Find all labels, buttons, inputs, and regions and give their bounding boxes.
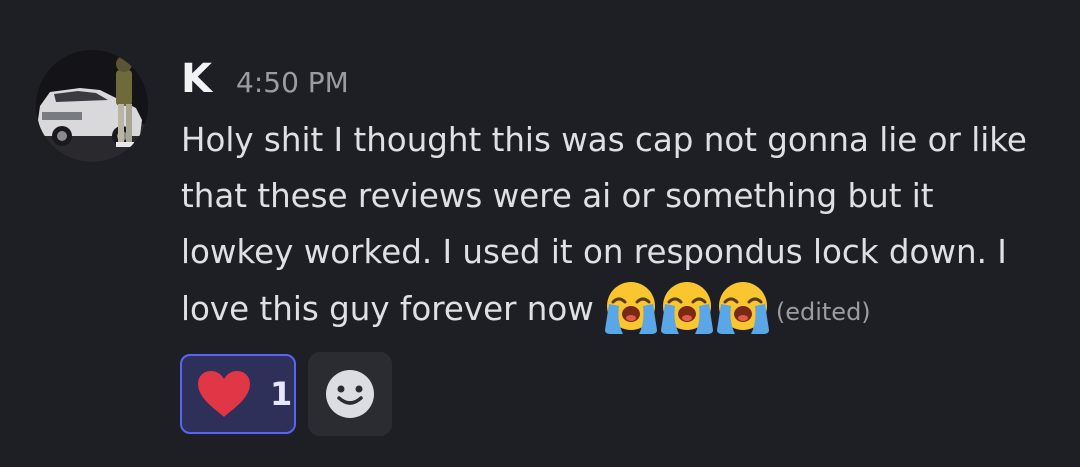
message-last-line: love this guy forever now (edited) [181, 280, 1061, 340]
chat-message: K 4:50 PM Holy shit I thought this was c… [0, 0, 1080, 467]
avatar-photo [36, 50, 148, 162]
loudly-crying-face-icon [716, 282, 769, 334]
smiley-icon [326, 370, 374, 418]
edited-label[interactable]: (edited) [776, 298, 871, 326]
heart-reaction-button[interactable]: 1 [180, 354, 296, 434]
user-avatar[interactable] [36, 50, 148, 162]
message-header: K 4:50 PM [181, 56, 349, 106]
message-line: that these reviews were ai or something … [181, 177, 934, 215]
timestamp[interactable]: 4:50 PM [236, 66, 349, 99]
loudly-crying-face-icon [604, 282, 657, 334]
message-line: lowkey worked. I used it on respondus lo… [181, 233, 1007, 271]
message-line: Holy shit I thought this was cap not gon… [181, 121, 1027, 159]
heart-icon [198, 371, 250, 417]
add-reaction-button[interactable] [308, 352, 392, 436]
loudly-crying-face-icon [660, 282, 713, 334]
message-content: Holy shit I thought this was cap not gon… [181, 112, 1061, 340]
username[interactable]: K [181, 56, 212, 102]
reactions-bar: 1 [180, 352, 392, 436]
message-line: love this guy forever now [181, 290, 594, 328]
reaction-count: 1 [270, 375, 293, 413]
